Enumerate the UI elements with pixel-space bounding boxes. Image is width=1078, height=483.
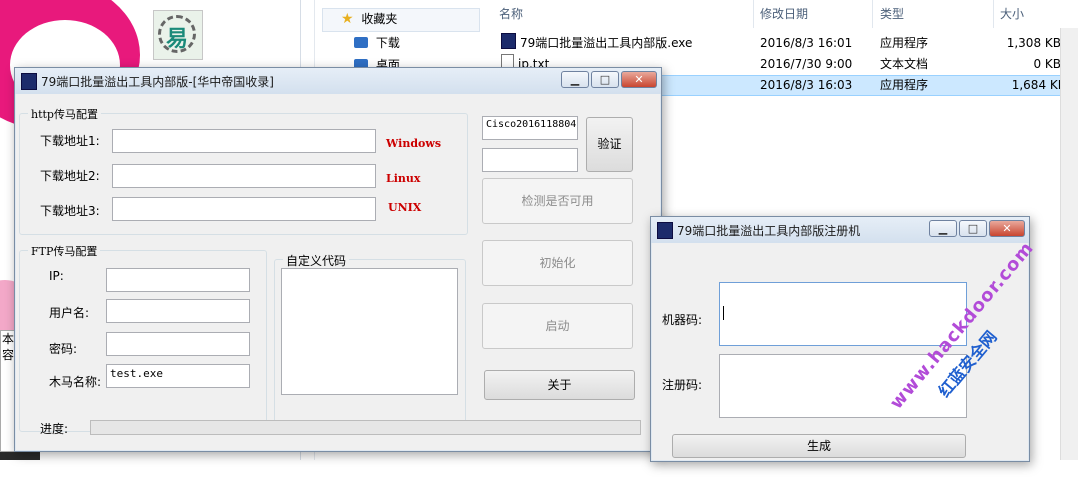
url3-input[interactable] (112, 197, 376, 221)
nav-downloads-label: 下载 (375, 36, 400, 50)
machine-code-input[interactable] (719, 282, 967, 346)
windows-label: Windows (386, 137, 442, 150)
column-size[interactable]: 大小 (1000, 0, 1024, 28)
check-available-button[interactable]: 检测是否可用 (482, 178, 633, 224)
start-button[interactable]: 启动 (482, 303, 633, 349)
trojan-name-input[interactable]: test.exe (106, 364, 250, 388)
file-name: 79端口批量溢出工具内部版.exe (520, 36, 693, 50)
username-label: 用户名: (49, 306, 90, 320)
file-size: 1,308 KB (1006, 36, 1061, 50)
file-row[interactable]: 79端口批量溢出工具内部版.exe 2016/8/3 16:01 应用程序 1,… (497, 33, 1061, 54)
progress-bar (90, 420, 641, 435)
http-group-title: http传马配置 (28, 106, 101, 122)
unix-label: UNIX (388, 201, 422, 214)
column-separator[interactable] (993, 0, 994, 28)
verify-button[interactable]: 验证 (586, 117, 633, 172)
serial-input[interactable]: Cisco2016118804 (482, 116, 578, 140)
column-type[interactable]: 类型 (880, 0, 904, 28)
main-window: 79端口批量溢出工具内部版-[华中帝国收录] ▁ □ ✕ http传马配置 下载… (14, 67, 662, 452)
nav-downloads[interactable]: 下载 (354, 33, 474, 53)
password-input[interactable] (106, 332, 250, 356)
trojan-name-label: 木马名称: (49, 375, 102, 389)
main-client-area: http传马配置 下载地址1: Windows 下载地址2: Linux 下载地… (16, 94, 660, 450)
password-label: 密码: (49, 342, 78, 356)
minimize-button[interactable]: ▁ (929, 220, 957, 237)
desktop-app-icon[interactable]: 易 (153, 10, 203, 60)
star-icon: ★ (341, 11, 354, 27)
minimize-button[interactable]: ▁ (561, 71, 589, 88)
column-separator[interactable] (753, 0, 754, 28)
close-button[interactable]: ✕ (621, 71, 657, 88)
file-modified: 2016/8/3 16:03 (760, 78, 853, 92)
ip-label: IP: (49, 269, 64, 283)
code-input[interactable] (482, 148, 578, 172)
file-size: 0 KB (1033, 57, 1061, 71)
file-modified: 2016/7/30 9:00 (760, 57, 853, 71)
keygen-window-title: 79端口批量溢出工具内部版注册机 (677, 224, 861, 238)
text-cursor (723, 306, 724, 320)
custom-code-title: 自定义代码 (283, 252, 350, 269)
generate-button[interactable]: 生成 (672, 434, 966, 458)
linux-label: Linux (386, 172, 421, 185)
main-window-title: 79端口批量溢出工具内部版-[华中帝国收录] (41, 75, 274, 89)
app-icon (21, 73, 37, 90)
file-modified: 2016/8/3 16:01 (760, 36, 853, 50)
about-button[interactable]: 关于 (484, 370, 635, 400)
keygen-titlebar[interactable]: 79端口批量溢出工具内部版注册机 ▁ □ ✕ (651, 217, 1029, 243)
maximize-button[interactable]: □ (591, 71, 619, 88)
url1-label: 下载地址1: (40, 134, 100, 148)
url2-input[interactable] (112, 164, 376, 188)
app-icon (657, 222, 673, 239)
file-size: 1,684 KB (1011, 78, 1066, 92)
column-name[interactable]: 名称 (499, 0, 523, 28)
close-button[interactable]: ✕ (989, 220, 1025, 237)
column-separator[interactable] (872, 0, 873, 28)
column-modified[interactable]: 修改日期 (760, 0, 808, 28)
url3-label: 下载地址3: (40, 204, 100, 218)
ip-input[interactable] (106, 268, 250, 292)
initialize-button[interactable]: 初始化 (482, 240, 633, 286)
url1-input[interactable] (112, 129, 376, 153)
main-titlebar[interactable]: 79端口批量溢出工具内部版-[华中帝国收录] ▁ □ ✕ (15, 68, 661, 94)
folder-icon (354, 37, 368, 48)
username-input[interactable] (106, 299, 250, 323)
ftp-group-title: FTP传马配置 (28, 243, 101, 259)
progress-label: 进度: (40, 422, 69, 436)
url2-label: 下载地址2: (40, 169, 100, 183)
file-type: 文本文档 (880, 57, 929, 71)
reg-code-label: 注册码: (662, 378, 703, 392)
app-glyph: 易 (166, 27, 189, 52)
explorer-scrollbar[interactable] (1060, 28, 1078, 460)
nav-favorites-label: 收藏夹 (361, 12, 398, 26)
custom-code-textarea[interactable] (281, 268, 458, 395)
machine-code-label: 机器码: (662, 313, 703, 327)
nav-favorites[interactable]: ★ 收藏夹 (322, 8, 480, 32)
file-type: 应用程序 (880, 78, 929, 92)
maximize-button[interactable]: □ (959, 220, 987, 237)
exe-file-icon (501, 33, 516, 49)
file-type: 应用程序 (880, 36, 929, 50)
